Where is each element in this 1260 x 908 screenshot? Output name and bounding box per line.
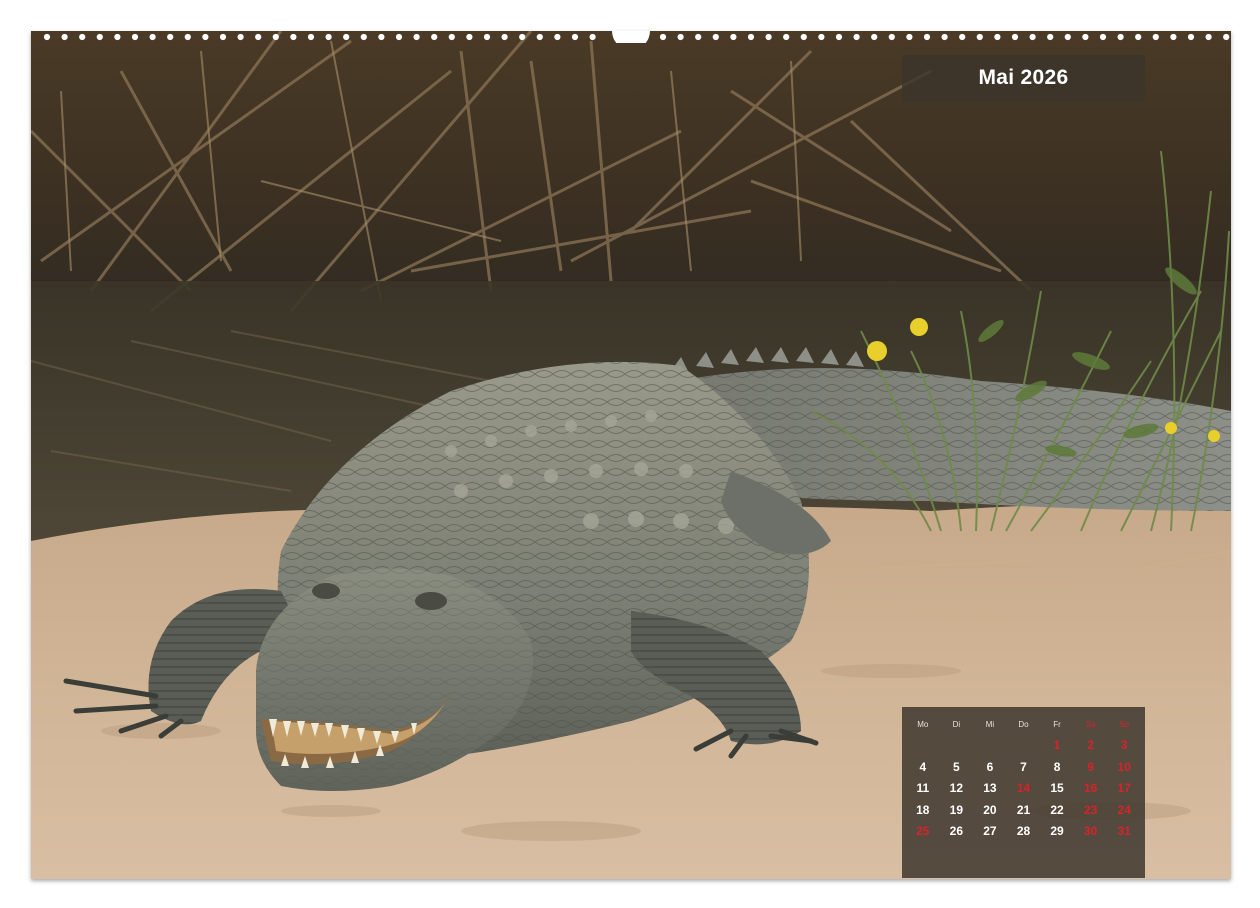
day-cell: 26 xyxy=(949,824,964,839)
day-cell: 28 xyxy=(1016,824,1031,839)
day-cell: 8 xyxy=(1053,759,1061,774)
weekday-label: Mo xyxy=(917,720,929,729)
empty-day-cell xyxy=(906,735,940,757)
weekday-label: Fr xyxy=(1053,720,1061,729)
day-cell: 9 xyxy=(1087,759,1094,774)
day-cell: 15 xyxy=(1050,781,1064,796)
day-cell: 25 xyxy=(916,824,930,839)
day-cell: 16 xyxy=(1083,781,1098,796)
weekday-label: Sa xyxy=(1085,720,1096,729)
day-cell: 18 xyxy=(916,802,930,817)
day-cell: 7 xyxy=(1020,759,1027,774)
day-cell: 4 xyxy=(919,759,927,774)
day-cell: 24 xyxy=(1117,802,1131,817)
weekday-label: Do xyxy=(1018,720,1029,729)
weekday-label: Mi xyxy=(985,720,995,729)
day-cell: 20 xyxy=(983,802,997,817)
day-cell: 11 xyxy=(916,781,930,796)
weekday-label: So xyxy=(1119,720,1130,729)
day-cell: 29 xyxy=(1050,824,1064,839)
day-cell: 31 xyxy=(1117,824,1131,839)
empty-day-cell xyxy=(973,735,1007,757)
day-cell: 17 xyxy=(1117,781,1131,796)
day-cell: 1 xyxy=(1053,738,1061,752)
weekday-label: Di xyxy=(952,720,961,729)
day-cell: 30 xyxy=(1083,824,1098,839)
day-cell: 21 xyxy=(1016,802,1031,817)
calendar-grid-box: Mo Di Mi Do Fr Sa So 1 2 3 4 5 6 7 8 9 10 11 12 13 14 15 16 17… xyxy=(902,707,1145,878)
day-cell: 13 xyxy=(983,781,997,796)
day-cell: 12 xyxy=(949,781,964,796)
empty-day-cell xyxy=(1007,735,1041,757)
weekday-header: Mo Di Mi Do Fr Sa So xyxy=(906,720,1141,730)
day-cell: 2 xyxy=(1087,738,1094,752)
day-cell: 22 xyxy=(1050,802,1064,817)
day-cell: 23 xyxy=(1083,802,1098,817)
day-cell: 27 xyxy=(983,824,997,839)
day-cell: 14 xyxy=(1016,781,1031,796)
day-grid: 1 2 3 4 5 6 7 8 9 10 11 12 13 14 15 16 17 18 19 20 21 22 23 24 2… xyxy=(906,735,1141,843)
day-cell: 5 xyxy=(953,759,960,774)
day-cell: 3 xyxy=(1120,738,1128,752)
day-cell: 6 xyxy=(986,759,994,774)
day-cell: 19 xyxy=(949,802,964,817)
day-cell: 10 xyxy=(1117,759,1131,774)
month-title: Mai 2026 xyxy=(978,66,1069,89)
month-title-box: Mai 2026 xyxy=(902,55,1145,101)
empty-day-cell xyxy=(940,735,974,757)
